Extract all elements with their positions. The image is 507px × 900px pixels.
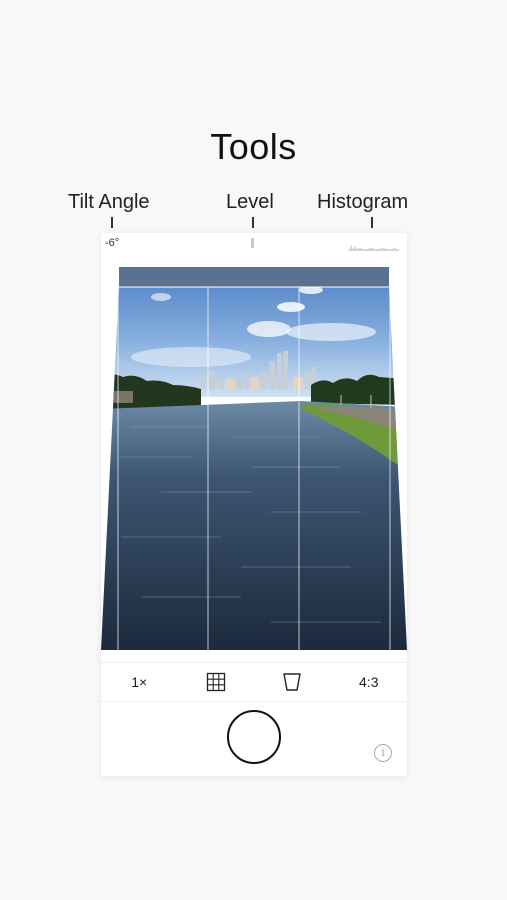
grid-icon — [206, 672, 225, 692]
page-title: Tools — [210, 126, 297, 167]
grid-toggle-button[interactable] — [186, 667, 246, 697]
screen: Tools Tilt Angle Level Histogram -6° 1× … — [0, 0, 507, 900]
level-indicator — [251, 238, 254, 248]
callout-level-pointer — [252, 217, 254, 228]
perspective-correction-button[interactable] — [262, 667, 322, 697]
callout-tilt-angle: Tilt Angle — [68, 191, 150, 213]
aspect-ratio-button[interactable]: 4:3 — [339, 667, 399, 697]
camera-toolbar: 1× 4:3 — [101, 662, 407, 702]
trapezoid-icon — [283, 673, 301, 691]
tilt-angle-readout: -6° — [105, 237, 120, 249]
callout-tilt-angle-pointer — [111, 217, 113, 228]
callout-histogram: Histogram — [317, 191, 409, 213]
zoom-button[interactable]: 1× — [109, 667, 169, 697]
histogram-graph — [347, 245, 399, 251]
shutter-button[interactable] — [227, 710, 281, 764]
callout-level: Level — [226, 191, 274, 213]
camera-viewfinder[interactable] — [101, 267, 407, 650]
camera-status-bar: -6° — [101, 233, 407, 255]
camera-app-screen: -6° 1× 4:3 i — [101, 233, 407, 776]
callout-histogram-pointer — [371, 217, 373, 228]
info-icon[interactable]: i — [374, 744, 392, 762]
